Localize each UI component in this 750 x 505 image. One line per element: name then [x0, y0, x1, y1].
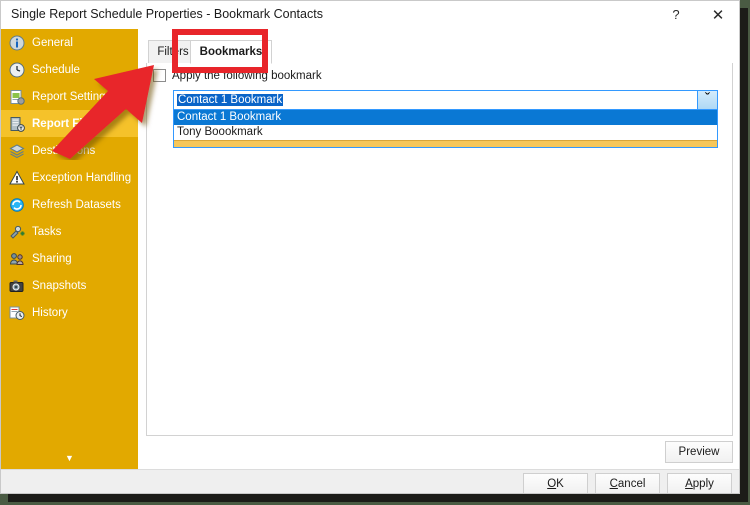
sidebar-item-label: Schedule [32, 63, 80, 76]
sidebar-item-tasks[interactable]: Tasks [1, 218, 138, 245]
properties-dialog: Single Report Schedule Properties - Book… [0, 0, 740, 494]
tasks-icon [9, 224, 25, 240]
bookmarks-tab-panel: Apply the following bookmark Contact 1 B… [146, 63, 733, 436]
sidebar: General Schedule Report Settings Report … [1, 29, 138, 469]
refresh-datasets-icon [9, 197, 25, 213]
ok-rest: K [556, 477, 564, 490]
report-filters-icon [9, 116, 25, 132]
window-shadow-bottom [8, 494, 748, 502]
dropdown-footer-bar [174, 140, 717, 147]
sidebar-item-label: Sharing [32, 252, 72, 265]
sidebar-item-label: Report Filters [32, 117, 107, 130]
preview-button[interactable]: Preview [665, 441, 733, 463]
list-item[interactable]: Contact 1 Bookmark [174, 110, 717, 125]
sidebar-item-exception-handling[interactable]: Exception Handling [1, 164, 138, 191]
apply-button[interactable]: Apply [667, 473, 732, 493]
apply-bookmark-checkbox[interactable] [153, 69, 166, 82]
title-bar: Single Report Schedule Properties - Book… [1, 1, 739, 29]
ok-mnemonic: O [547, 477, 557, 490]
sidebar-item-label: Snapshots [32, 279, 87, 292]
help-icon[interactable]: ? [655, 1, 697, 28]
screen: Single Report Schedule Properties - Book… [0, 0, 750, 505]
combobox-selected-text: Contact 1 Bookmark [177, 94, 284, 106]
sidebar-item-refresh-datasets[interactable]: Refresh Datasets [1, 191, 138, 218]
apply-bookmark-label: Apply the following bookmark [172, 69, 322, 82]
apply-bookmark-row: Apply the following bookmark [153, 69, 322, 82]
sidebar-item-destinations[interactable]: Destinations [1, 137, 138, 164]
dialog-footer: OK Cancel Apply [1, 469, 739, 493]
content-area: Filters Bookmarks Apply the following bo… [138, 29, 739, 469]
sidebar-item-sharing[interactable]: Sharing [1, 245, 138, 272]
ok-button[interactable]: OK [523, 473, 588, 493]
sidebar-item-snapshots[interactable]: Snapshots [1, 272, 138, 299]
clock-icon [9, 62, 25, 78]
destinations-icon [9, 143, 25, 159]
sharing-icon [9, 251, 25, 267]
sidebar-item-label: History [32, 306, 68, 319]
sidebar-item-report-settings[interactable]: Report Settings [1, 83, 138, 110]
window-title: Single Report Schedule Properties - Book… [11, 7, 323, 21]
camera-icon [9, 278, 25, 294]
tab-strip: Filters Bookmarks [146, 40, 733, 65]
chevron-down-icon[interactable]: ▼ [1, 454, 138, 463]
sidebar-item-label: Tasks [32, 225, 62, 238]
cancel-rest: ancel [617, 477, 646, 490]
sidebar-item-label: Destinations [32, 144, 96, 157]
sidebar-item-report-filters[interactable]: Report Filters [1, 110, 138, 137]
bookmark-dropdown-list[interactable]: Contact 1 Bookmark Tony Boookmark [173, 110, 718, 148]
bookmark-combobox[interactable]: Contact 1 Bookmark ˇ [173, 90, 718, 110]
warning-triangle-icon [9, 169, 25, 186]
close-icon[interactable]: ✕ [697, 1, 739, 28]
report-settings-icon [9, 89, 25, 105]
window-shadow-right [740, 8, 748, 502]
sidebar-item-label: Report Settings [32, 90, 112, 103]
sidebar-item-label: Refresh Datasets [32, 198, 121, 211]
apply-mnemonic: A [685, 477, 693, 490]
cancel-button[interactable]: Cancel [595, 473, 660, 493]
bookmark-combobox-value: Contact 1 Bookmark [174, 94, 697, 106]
sidebar-item-label: Exception Handling [32, 171, 132, 184]
list-item[interactable]: Tony Boookmark [174, 125, 717, 140]
chevron-down-icon[interactable]: ˇ [697, 91, 717, 109]
apply-rest: pply [692, 477, 714, 490]
sidebar-item-schedule[interactable]: Schedule [1, 56, 138, 83]
sidebar-item-general[interactable]: General [1, 29, 138, 56]
tab-bookmarks[interactable]: Bookmarks [190, 40, 272, 64]
cancel-mnemonic: C [609, 477, 618, 490]
sidebar-item-label: General [32, 36, 73, 49]
sidebar-item-history[interactable]: History [1, 299, 138, 326]
history-icon [9, 305, 25, 321]
info-icon [9, 35, 25, 51]
